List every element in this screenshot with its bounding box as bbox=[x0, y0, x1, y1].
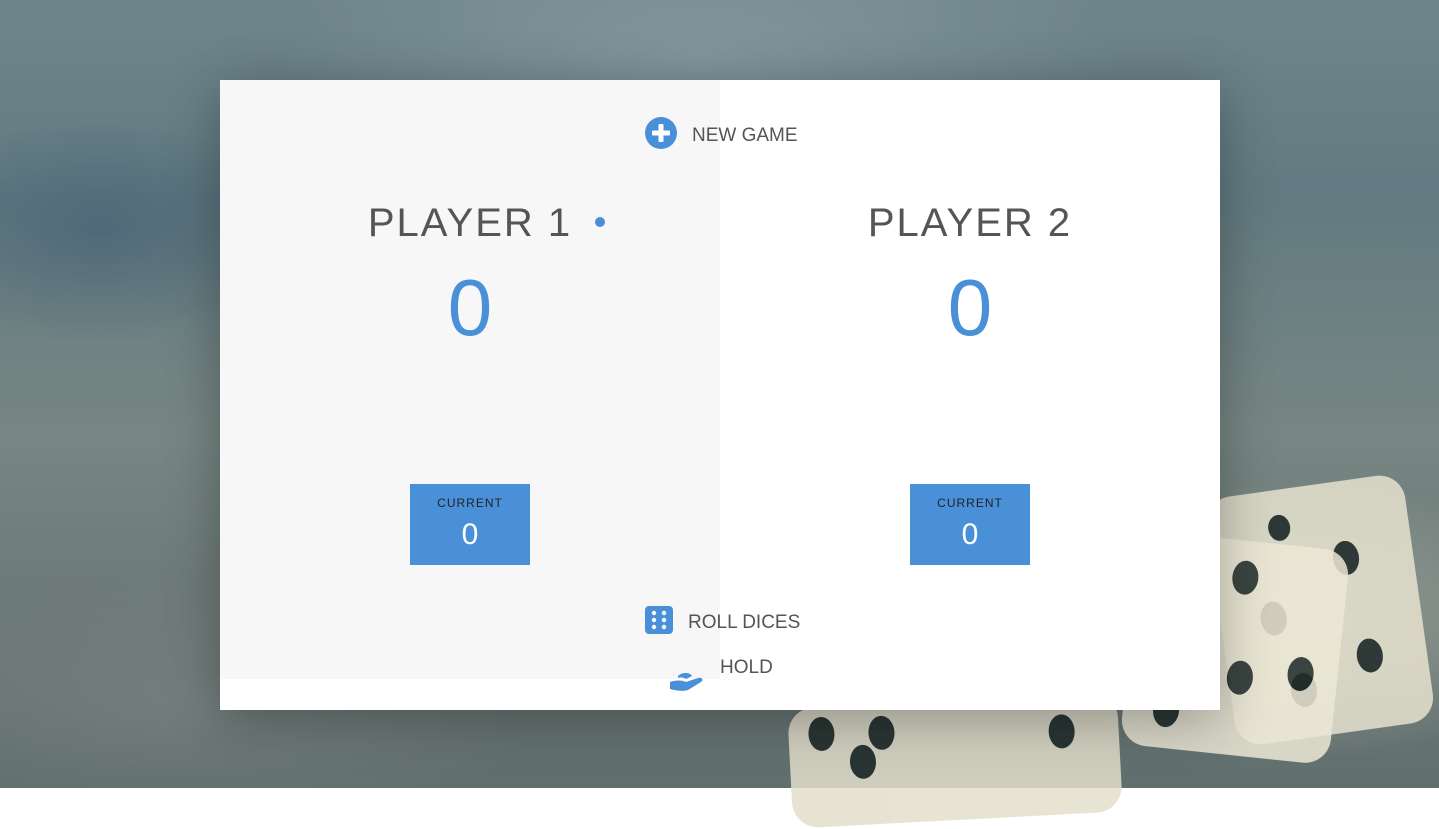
player-1-current-box: CURRENT 0 bbox=[410, 484, 530, 565]
new-game-label: NEW GAME bbox=[692, 125, 798, 146]
plus-circle-icon bbox=[645, 117, 677, 155]
dice-icon bbox=[645, 606, 673, 640]
roll-dice-label: ROLL DICES bbox=[688, 612, 801, 633]
roll-dice-button[interactable]: ROLL DICES bbox=[645, 606, 801, 640]
player-2-panel: PLAYER 2 0 CURRENT 0 bbox=[720, 80, 1220, 679]
player-2-current-score: 0 bbox=[961, 518, 979, 551]
player-1-current-score: 0 bbox=[461, 518, 479, 551]
player-1-name: PLAYER 1 bbox=[367, 201, 573, 245]
player-1-current-label: CURRENT bbox=[437, 496, 503, 510]
hold-button[interactable]: HOLD bbox=[668, 655, 773, 695]
hold-label: HOLD bbox=[720, 657, 773, 678]
player-2-current-box: CURRENT 0 bbox=[910, 484, 1030, 565]
game-board: PLAYER 1 0 CURRENT 0 PLAYER 2 0 CURRENT … bbox=[220, 80, 1220, 710]
player-1-score: 0 bbox=[447, 263, 493, 352]
player-1-panel: PLAYER 1 0 CURRENT 0 bbox=[220, 80, 720, 679]
hand-icon bbox=[668, 664, 706, 700]
player-2-score: 0 bbox=[947, 263, 993, 352]
background-die-3 bbox=[787, 691, 1123, 829]
new-game-button[interactable]: NEW GAME bbox=[645, 117, 798, 155]
active-dot-icon bbox=[595, 217, 605, 227]
player-2-name: PLAYER 2 bbox=[867, 201, 1073, 245]
player-2-current-label: CURRENT bbox=[937, 496, 1003, 510]
